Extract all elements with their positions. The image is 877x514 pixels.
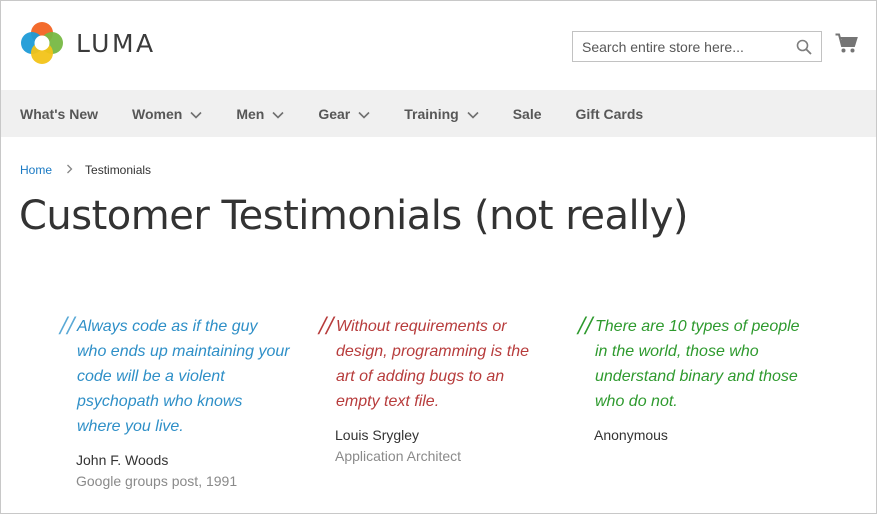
quote-icon: // [60,311,75,340]
testimonial-card: // Always code as if the guy who ends up… [60,311,290,490]
nav-item-label: Men [236,105,265,122]
testimonial-author: John F. Woods [76,452,169,468]
nav-item-women[interactable]: Women [113,90,202,137]
testimonial-author: Anonymous [594,427,668,443]
main-navigation: What's New Women Men Gear Training Sale … [1,90,876,137]
chevron-down-icon [467,106,479,122]
testimonial-role: Google groups post, 1991 [76,473,238,489]
chevron-down-icon [358,106,370,122]
testimonial-author: Louis Srygley [335,427,420,443]
nav-item-label: What's New [20,105,99,122]
nav-item-label: Sale [512,105,542,122]
nav-item-label: Gift Cards [575,105,644,122]
chevron-right-icon [66,163,73,177]
header: LUMA [0,0,877,90]
page-title: Customer Testimonials (not really) [19,193,689,239]
brand-name: LUMA [76,28,156,58]
nav-item-men[interactable]: Men [217,90,284,137]
search-icon[interactable] [796,39,812,60]
breadcrumb-current: Testimonials [85,163,152,177]
nav-item-whats-new[interactable]: What's New [1,90,98,137]
nav-item-label: Training [404,105,459,122]
search-input[interactable] [573,32,783,61]
nav-item-sale[interactable]: Sale [494,90,542,137]
search-box [572,31,822,62]
luma-logo-icon [21,22,63,64]
testimonial-quote: There are 10 types of people in the worl… [595,318,800,410]
quote-icon: // [578,311,593,340]
nav-item-gear[interactable]: Gear [299,90,370,137]
nav-item-training[interactable]: Training [385,90,479,137]
chevron-down-icon [272,106,284,122]
cart-icon[interactable] [835,33,858,60]
breadcrumb: Home Testimonials [20,163,151,177]
testimonial-card: // There are 10 types of people in the w… [578,311,808,448]
nav-item-label: Gear [318,105,351,122]
logo[interactable]: LUMA [20,21,156,65]
testimonial-quote: Always code as if the guy who ends up ma… [77,318,290,435]
chevron-down-icon [190,106,202,122]
testimonial-quote: Without requirements or design, programm… [336,318,529,410]
breadcrumb-home-link[interactable]: Home [20,163,52,177]
quote-icon: // [319,311,334,340]
nav-item-gift-cards[interactable]: Gift Cards [557,90,644,137]
testimonial-role: Application Architect [335,448,462,464]
nav-item-label: Women [132,105,183,122]
testimonial-card: // Without requirements or design, progr… [319,311,549,465]
